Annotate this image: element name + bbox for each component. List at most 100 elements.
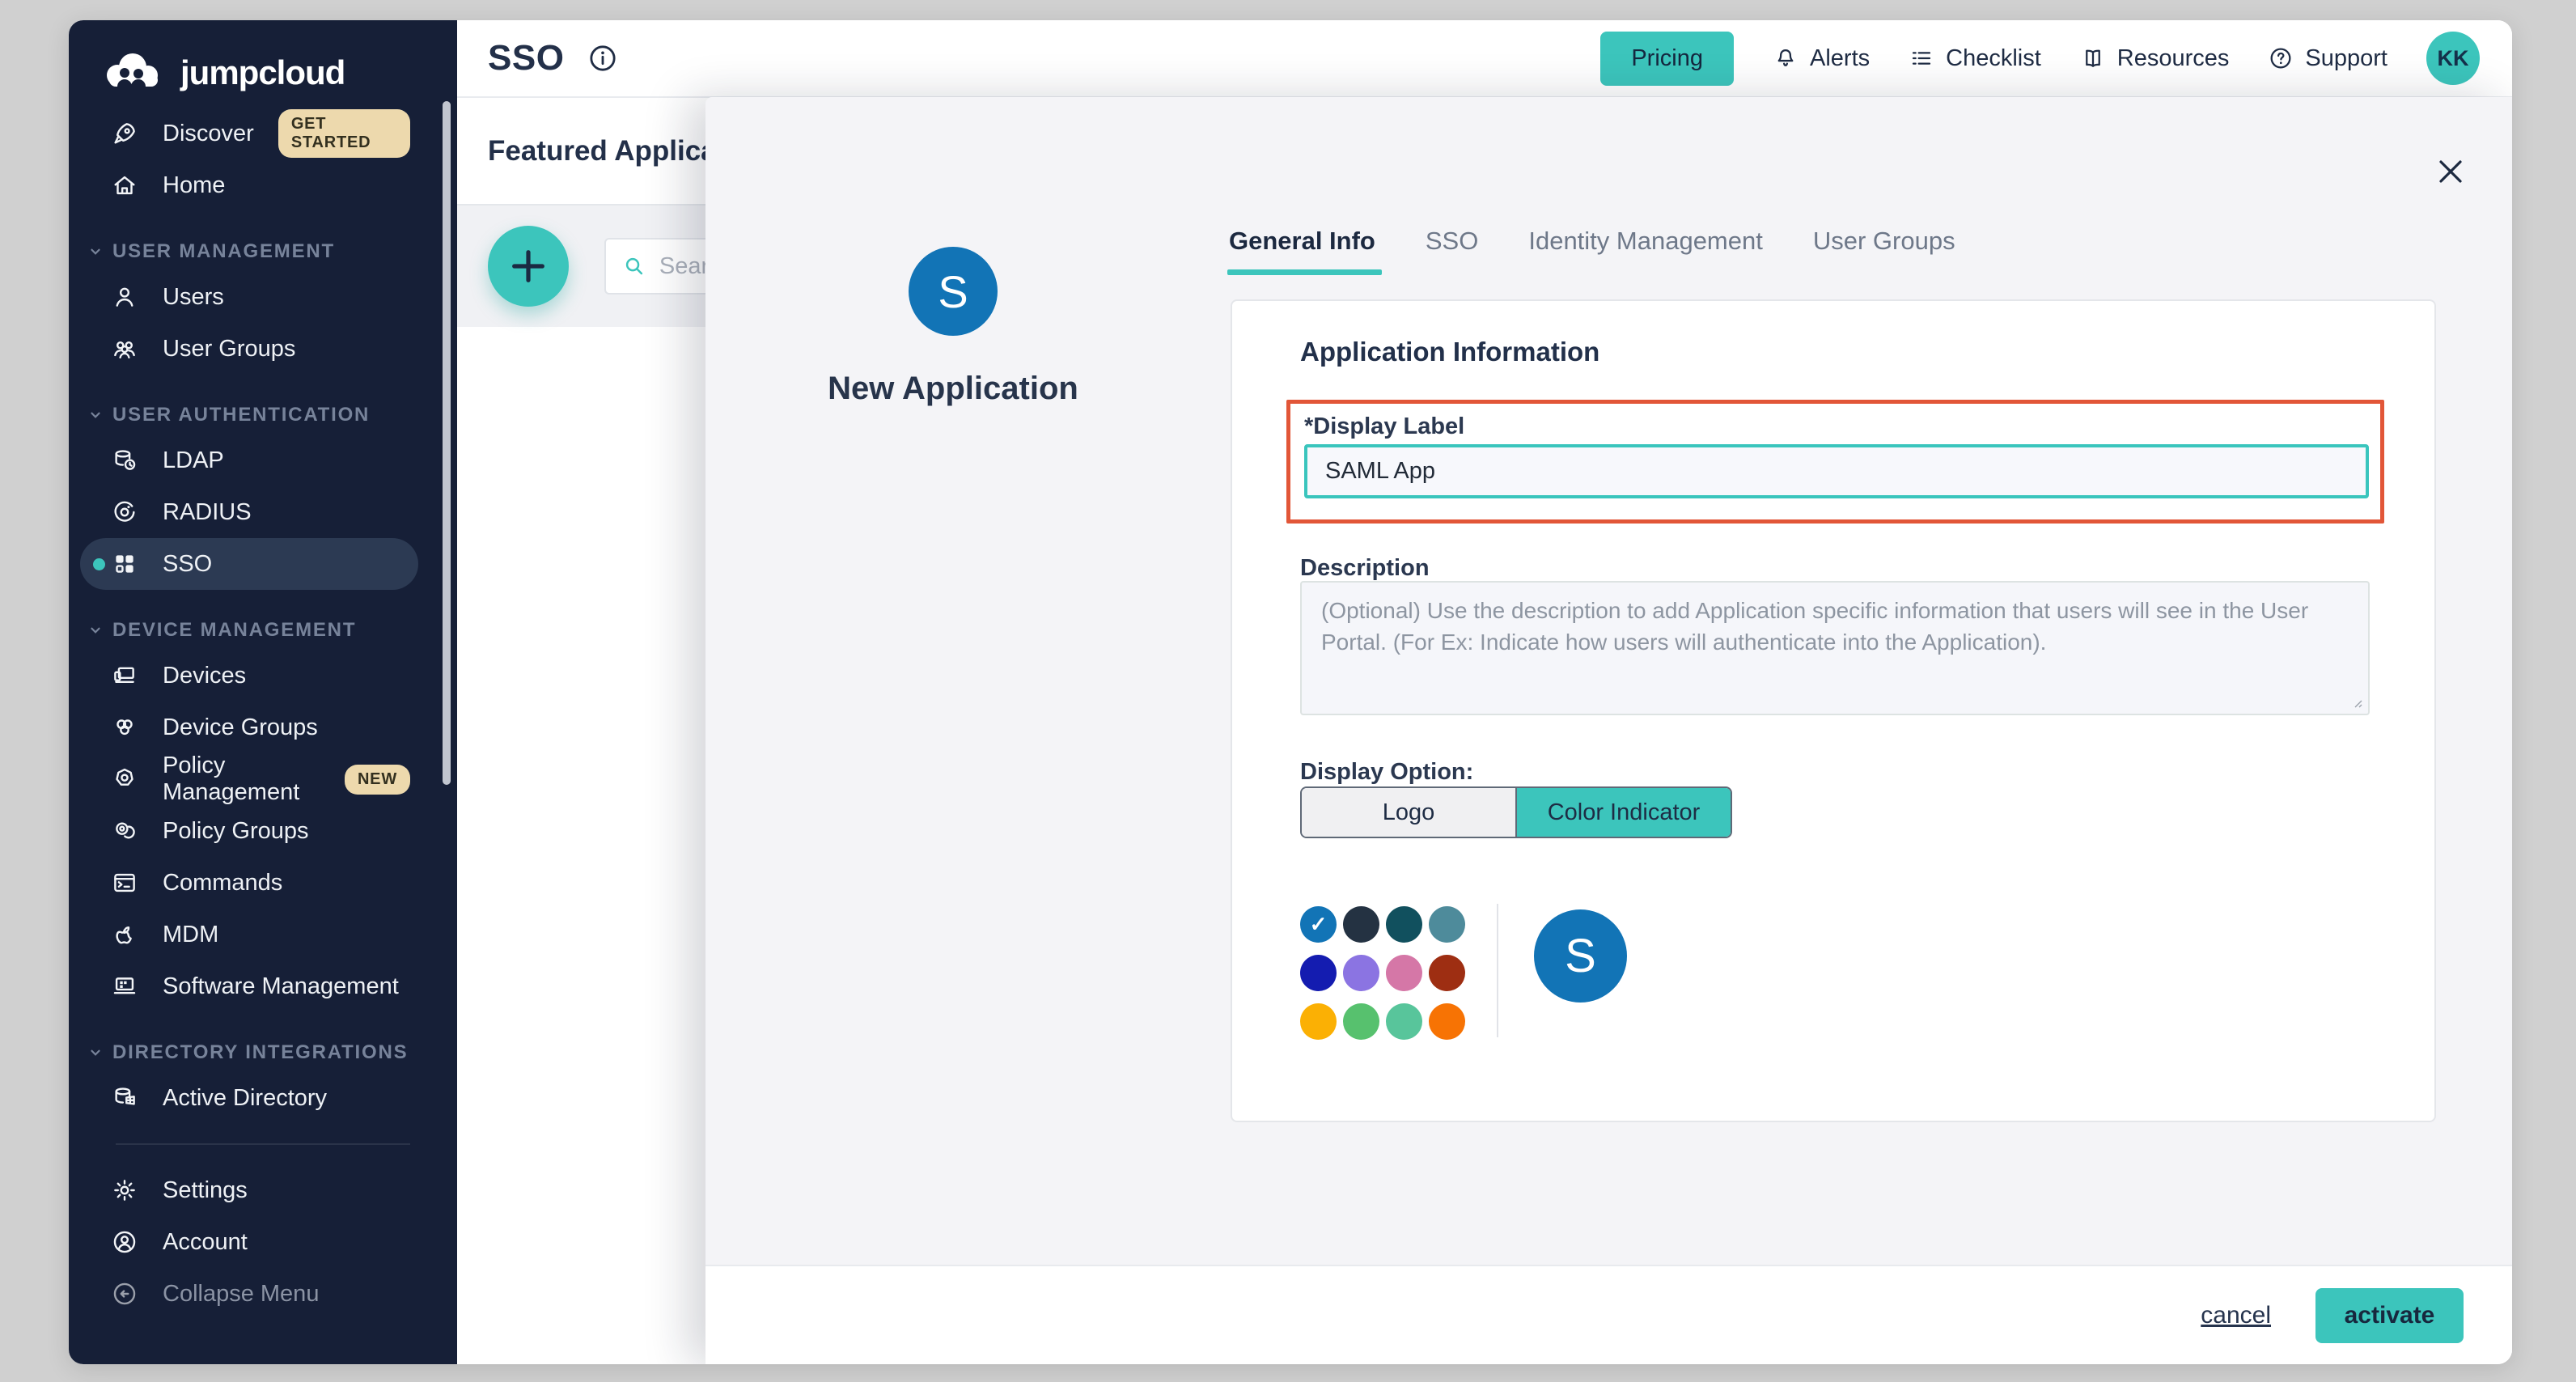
sidebar-item-label: Commands: [163, 870, 282, 897]
sidebar-item-label: MDM: [163, 922, 218, 948]
modal-footer: cancel activate: [705, 1265, 2512, 1364]
sidebar-scrollbar-thumb[interactable]: [443, 101, 451, 785]
section-user-management[interactable]: USER MANAGEMENT: [88, 240, 457, 263]
sidebar-item-settings[interactable]: Settings: [69, 1164, 457, 1216]
book-icon: [2080, 45, 2106, 71]
close-button[interactable]: [2431, 152, 2470, 191]
checklist-label: Checklist: [1946, 45, 2041, 72]
user-icon: [111, 283, 138, 311]
sidebar-item-account[interactable]: Account: [69, 1216, 457, 1268]
color-indicator-option-button[interactable]: Color Indicator: [1515, 788, 1731, 837]
tab-identity-management[interactable]: Identity Management: [1528, 227, 1763, 275]
user-group-icon: [111, 335, 138, 362]
sidebar-item-discover[interactable]: Discover GET STARTED: [69, 108, 457, 159]
sidebar-item-label: Device Groups: [163, 714, 318, 741]
sidebar-item-radius[interactable]: RADIUS: [69, 486, 457, 538]
color-swatch[interactable]: [1343, 955, 1379, 991]
color-swatch[interactable]: [1429, 955, 1465, 991]
app-name: New Application: [705, 371, 1201, 407]
tab-general-info[interactable]: General Info: [1229, 227, 1375, 275]
sidebar-item-user-groups[interactable]: User Groups: [69, 323, 457, 375]
jumpcloud-logo[interactable]: jumpcloud: [98, 49, 457, 96]
color-swatch[interactable]: ✓: [1300, 906, 1337, 943]
display-option-toggle: Logo Color Indicator: [1300, 786, 1732, 838]
section-user-authentication[interactable]: USER AUTHENTICATION: [88, 404, 457, 426]
color-swatch[interactable]: [1343, 906, 1379, 943]
tab-user-groups[interactable]: User Groups: [1813, 227, 1955, 275]
sidebar-item-users[interactable]: Users: [69, 271, 457, 323]
color-swatch[interactable]: [1386, 906, 1422, 943]
color-swatch[interactable]: [1429, 1003, 1465, 1040]
topbar: SSO Pricing Alerts Checklist Resources: [457, 20, 2512, 98]
pricing-button[interactable]: Pricing: [1600, 32, 1734, 86]
alerts-button[interactable]: Alerts: [1773, 45, 1870, 72]
software-laptop-icon: [111, 973, 138, 1000]
sidebar-item-active-directory[interactable]: Active Directory: [69, 1072, 457, 1124]
cancel-link[interactable]: cancel: [2201, 1302, 2271, 1329]
devices-icon: [111, 662, 138, 689]
chevron-down-icon: [88, 1045, 103, 1060]
sidebar-item-sso[interactable]: SSO: [69, 538, 457, 590]
color-swatch-grid: ✓: [1300, 906, 1467, 1040]
support-label: Support: [2305, 45, 2387, 72]
plus-icon: [507, 245, 549, 287]
sidebar-item-policy-management[interactable]: Policy Management NEW: [69, 753, 457, 805]
tab-sso[interactable]: SSO: [1426, 227, 1478, 275]
description-textarea[interactable]: [1300, 581, 2370, 715]
resources-button[interactable]: Resources: [2080, 45, 2230, 72]
alerts-label: Alerts: [1810, 45, 1870, 72]
section-device-management[interactable]: DEVICE MANAGEMENT: [88, 619, 457, 642]
sidebar-item-ldap[interactable]: LDAP: [69, 435, 457, 486]
resources-label: Resources: [2117, 45, 2230, 72]
support-button[interactable]: Support: [2268, 45, 2387, 72]
display-option-label: Display Option:: [1300, 759, 1473, 786]
policy-group-icon: [111, 817, 138, 845]
sidebar-item-commands[interactable]: Commands: [69, 857, 457, 909]
card-title: Application Information: [1300, 337, 1599, 367]
sidebar-item-device-groups[interactable]: Device Groups: [69, 702, 457, 753]
database-windows-icon: [111, 1084, 138, 1112]
app-grid-icon: [111, 550, 138, 578]
checklist-button[interactable]: Checklist: [1909, 45, 2041, 72]
account-circle-icon: [111, 1228, 138, 1256]
sidebar-item-label: Users: [163, 284, 224, 311]
color-swatch[interactable]: [1429, 906, 1465, 943]
color-preview-avatar: S: [1534, 909, 1627, 1003]
new-badge: NEW: [345, 765, 410, 795]
collapse-arrow-icon: [111, 1280, 138, 1308]
sidebar-item-mdm[interactable]: MDM: [69, 909, 457, 960]
sidebar: jumpcloud Discover GET STARTED Home USER…: [69, 20, 457, 1364]
info-icon[interactable]: [587, 42, 619, 74]
rocket-icon: [111, 120, 138, 147]
sidebar-item-devices[interactable]: Devices: [69, 650, 457, 702]
display-label-annotation-box: *Display Label: [1286, 400, 2384, 524]
color-swatch[interactable]: [1300, 955, 1337, 991]
add-application-button[interactable]: [488, 226, 569, 307]
sidebar-item-software-management[interactable]: Software Management: [69, 960, 457, 1012]
color-swatch[interactable]: [1386, 1003, 1422, 1040]
get-started-badge: GET STARTED: [278, 109, 410, 158]
display-label-label: *Display Label: [1304, 413, 1464, 440]
sidebar-item-label: Devices: [163, 663, 246, 689]
color-swatch[interactable]: [1300, 1003, 1337, 1040]
activate-button[interactable]: activate: [2315, 1288, 2464, 1343]
app-avatar: S: [909, 247, 998, 336]
display-label-input[interactable]: [1304, 444, 2369, 498]
color-swatch[interactable]: [1386, 955, 1422, 991]
bell-icon: [1773, 45, 1799, 71]
sidebar-item-collapse-menu[interactable]: Collapse Menu: [69, 1268, 457, 1320]
logo-option-button[interactable]: Logo: [1302, 788, 1515, 837]
page-title: SSO: [488, 38, 564, 78]
sidebar-item-label: Policy Groups: [163, 818, 309, 845]
search-icon: [622, 252, 646, 280]
sidebar-item-policy-groups[interactable]: Policy Groups: [69, 805, 457, 857]
color-swatch[interactable]: [1343, 1003, 1379, 1040]
venn-circles-icon: [111, 714, 138, 741]
sidebar-item-label: Settings: [163, 1177, 248, 1204]
user-avatar[interactable]: KK: [2426, 32, 2480, 85]
sidebar-item-home[interactable]: Home: [69, 159, 457, 211]
app-window: jumpcloud Discover GET STARTED Home USER…: [69, 20, 2512, 1364]
description-label: Description: [1300, 555, 1430, 582]
terminal-icon: [111, 869, 138, 897]
section-directory-integrations[interactable]: DIRECTORY INTEGRATIONS: [88, 1041, 457, 1064]
